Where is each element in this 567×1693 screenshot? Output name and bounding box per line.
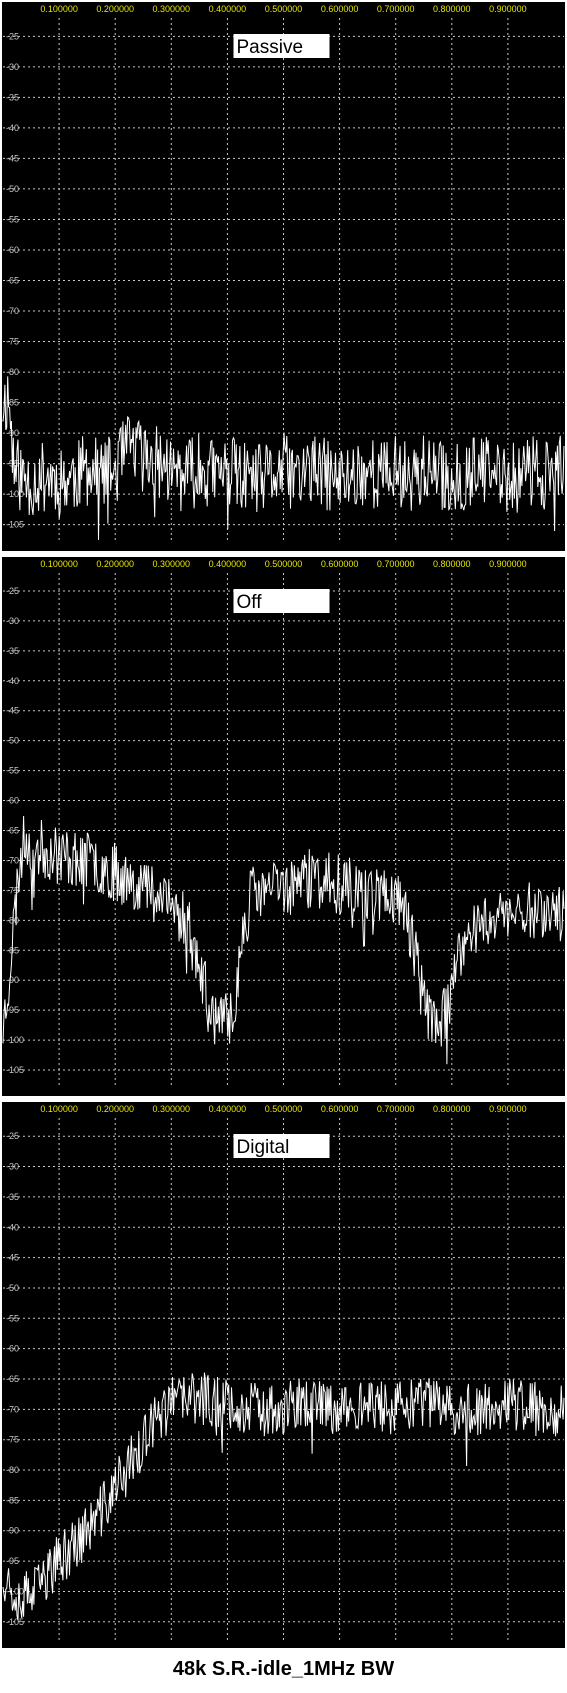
y-tick-label: -90 xyxy=(6,975,19,985)
x-tick-label: 0.200000 xyxy=(96,4,134,14)
y-tick-label: -50 xyxy=(6,736,19,746)
x-tick-label: 0.900000 xyxy=(489,1104,527,1114)
y-tick-label: -40 xyxy=(6,123,19,133)
x-tick-label: 0.400000 xyxy=(209,559,247,569)
y-tick-label: -65 xyxy=(6,276,19,286)
y-tick-label: -35 xyxy=(6,646,19,656)
x-tick-label: 0.200000 xyxy=(96,559,134,569)
panel-label: Off xyxy=(237,592,263,613)
y-tick-label: -50 xyxy=(6,184,19,194)
plot-background xyxy=(0,555,567,1098)
y-tick-label: -60 xyxy=(6,1344,19,1354)
x-tick-label: 0.800000 xyxy=(433,559,471,569)
y-tick-label: -80 xyxy=(6,367,19,377)
spectrum-chart-digital: 0.100000 0.200000 0.300000 0.400000 0.500000… xyxy=(0,1100,567,1650)
y-tick-label: -95 xyxy=(6,1005,19,1015)
x-tick-label: 0.300000 xyxy=(153,4,191,14)
spectrum-panel-digital: 0.100000 0.200000 0.300000 0.400000 0.500000… xyxy=(0,1100,567,1650)
spectrum-chart-passive: 0.100000 0.200000 0.300000 0.400000 0.500000… xyxy=(0,0,567,553)
x-tick-label: 0.700000 xyxy=(377,4,415,14)
y-tick-label: -65 xyxy=(6,1374,19,1384)
y-tick-label: -70 xyxy=(6,1404,19,1414)
x-tick-label: 0.400000 xyxy=(209,1104,247,1114)
x-tick-label: 0.800000 xyxy=(433,1104,471,1114)
y-tick-label: -60 xyxy=(6,245,19,255)
y-tick-label: -45 xyxy=(6,706,19,716)
x-tick-label: 0.100000 xyxy=(40,4,78,14)
y-tick-label: -25 xyxy=(6,586,19,596)
x-tick-label: 0.300000 xyxy=(153,559,191,569)
y-tick-label: -75 xyxy=(6,1435,19,1445)
x-tick-label: 0.900000 xyxy=(489,4,527,14)
x-tick-label: 0.500000 xyxy=(265,559,303,569)
y-tick-label: -40 xyxy=(6,1222,19,1232)
y-tick-label: -45 xyxy=(6,1253,19,1263)
y-tick-label: -85 xyxy=(6,1495,19,1505)
y-tick-label: -25 xyxy=(6,31,19,41)
y-tick-label: -55 xyxy=(6,1313,19,1323)
x-tick-label: 0.800000 xyxy=(433,4,471,14)
panel-label: Digital xyxy=(237,1137,290,1158)
x-tick-label: 0.600000 xyxy=(321,559,359,569)
y-tick-label: -100 xyxy=(6,1035,24,1045)
y-tick-label: -70 xyxy=(6,855,19,865)
y-tick-label: -30 xyxy=(6,62,19,72)
y-tick-label: -90 xyxy=(6,428,19,438)
y-tick-label: -75 xyxy=(6,337,19,347)
x-tick-label: 0.700000 xyxy=(377,559,415,569)
x-tick-label: 0.400000 xyxy=(209,4,247,14)
x-tick-label: 0.600000 xyxy=(321,1104,359,1114)
y-tick-label: -25 xyxy=(6,1131,19,1141)
y-tick-label: -55 xyxy=(6,214,19,224)
y-tick-label: -30 xyxy=(6,1162,19,1172)
spectrum-chart-off: 0.100000 0.200000 0.300000 0.400000 0.500000… xyxy=(0,555,567,1098)
y-tick-label: -105 xyxy=(6,520,24,530)
y-tick-label: -40 xyxy=(6,676,19,686)
y-tick-label: -55 xyxy=(6,766,19,776)
spectrum-panel-passive: 0.100000 0.200000 0.300000 0.400000 0.500000… xyxy=(0,0,567,553)
x-tick-label: 0.300000 xyxy=(153,1104,191,1114)
spectrum-panel-off: 0.100000 0.200000 0.300000 0.400000 0.500000… xyxy=(0,555,567,1098)
y-tick-label: -80 xyxy=(6,1465,19,1475)
x-tick-label: 0.600000 xyxy=(321,4,359,14)
x-tick-label: 0.500000 xyxy=(265,1104,303,1114)
x-tick-label: 0.500000 xyxy=(265,4,303,14)
x-tick-label: 0.100000 xyxy=(40,1104,78,1114)
x-tick-label: 0.100000 xyxy=(40,559,78,569)
y-tick-label: -70 xyxy=(6,306,19,316)
y-tick-label: -45 xyxy=(6,153,19,163)
y-tick-label: -35 xyxy=(6,92,19,102)
y-tick-label: -60 xyxy=(6,796,19,806)
y-tick-label: -50 xyxy=(6,1283,19,1293)
figure-caption: 48k S.R.-idle_1MHz BW xyxy=(172,1658,395,1680)
panel-label: Passive xyxy=(237,37,304,58)
x-tick-label: 0.700000 xyxy=(377,1104,415,1114)
x-tick-label: 0.200000 xyxy=(96,1104,134,1114)
y-tick-label: -105 xyxy=(6,1617,24,1627)
y-tick-label: -30 xyxy=(6,616,19,626)
y-tick-label: -35 xyxy=(6,1192,19,1202)
y-tick-label: -90 xyxy=(6,1526,19,1536)
y-tick-label: -105 xyxy=(6,1065,24,1075)
y-tick-label: -100 xyxy=(6,1586,24,1596)
y-tick-label: -95 xyxy=(6,1556,19,1566)
y-tick-label: -65 xyxy=(6,826,19,836)
x-tick-label: 0.900000 xyxy=(489,559,527,569)
